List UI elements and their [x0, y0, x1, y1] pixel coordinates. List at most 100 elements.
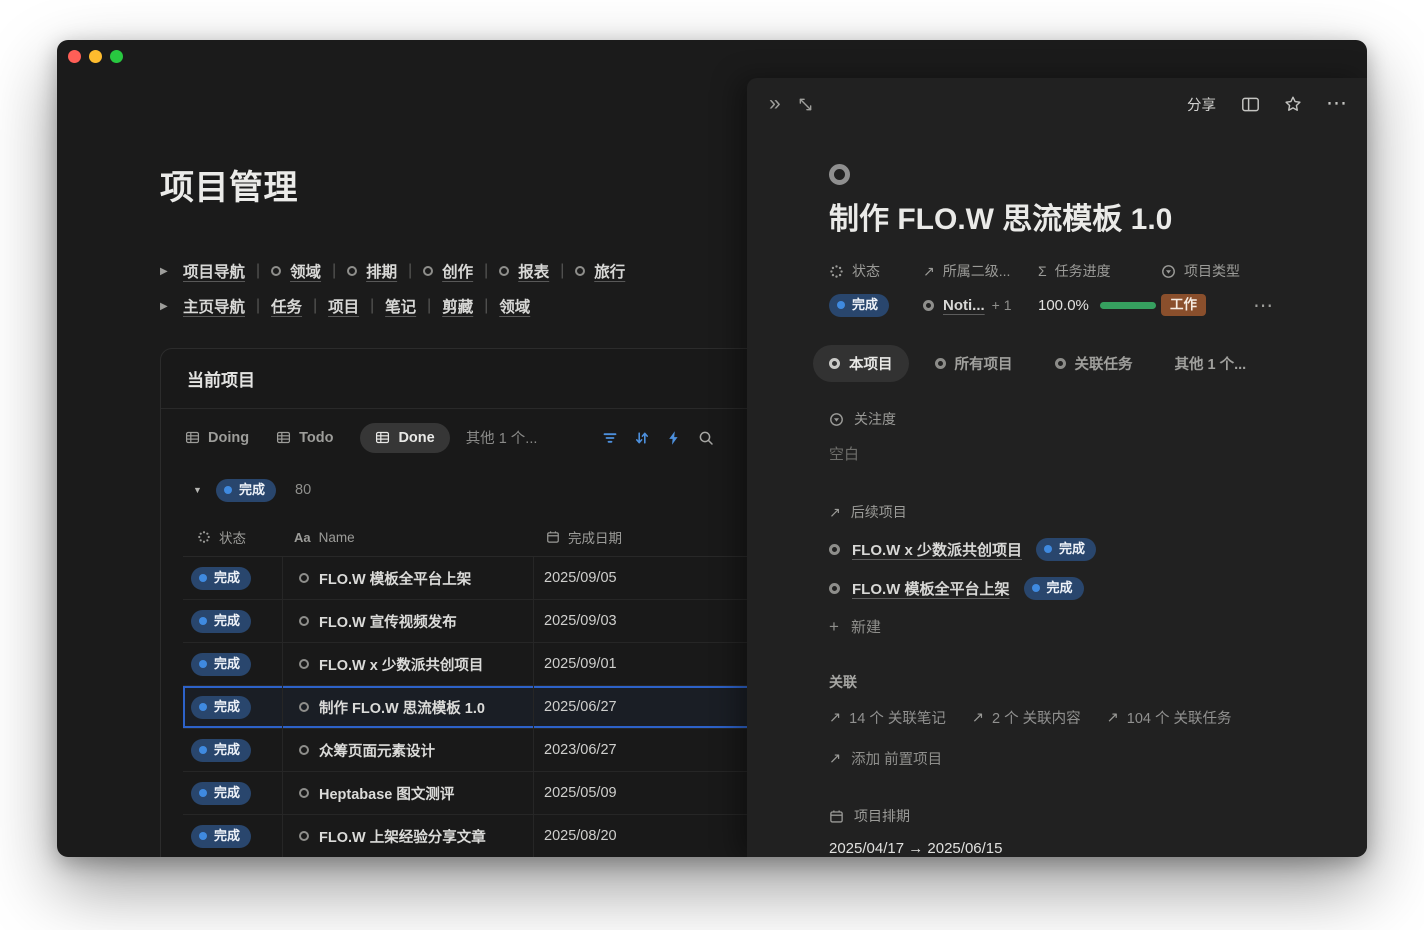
nav-link-domain2[interactable]: 领域 [499, 295, 530, 317]
followup-item[interactable]: FLO.W x 少数派共创项目 完成 [829, 537, 1307, 561]
related-tasks-link[interactable]: ↗104 个 关联任务 [1107, 707, 1232, 728]
status-cell[interactable]: 完成 [183, 686, 282, 728]
followup-page-link[interactable]: FLO.W x 少数派共创项目 [852, 539, 1022, 560]
name-cell[interactable]: FLO.W x 少数派共创项目 [282, 643, 533, 685]
attention-empty-value[interactable]: 空白 [829, 443, 1307, 464]
name-cell[interactable]: FLO.W 上架经验分享文章 [282, 815, 533, 857]
zoom-window-button[interactable] [110, 50, 123, 63]
schedule-date-range[interactable]: 2025/04/17 → 2025/06/15 [829, 840, 1307, 857]
property-value-parent[interactable]: Noti... + 1 [923, 294, 1038, 316]
filter-icon[interactable] [602, 430, 618, 446]
related-notes-link[interactable]: ↗14 个 关联笔记 [829, 707, 946, 728]
status-cell[interactable]: 完成 [183, 557, 282, 599]
sort-icon[interactable] [634, 430, 650, 446]
status-cell[interactable]: 完成 [183, 729, 282, 771]
tab-all-projects[interactable]: 所有项目 [919, 345, 1029, 382]
share-button[interactable]: 分享 [1187, 94, 1216, 115]
schedule-label[interactable]: 项目排期 [829, 806, 1307, 826]
property-label-type[interactable]: 项目类型 [1161, 261, 1273, 281]
followup-label[interactable]: ↗ 后续项目 [829, 502, 1307, 522]
project-name[interactable]: FLO.W 上架经验分享文章 [319, 826, 486, 847]
name-cell[interactable]: Heptabase 图文测评 [282, 772, 533, 814]
tab-more[interactable]: 其他 1 个... [1159, 345, 1263, 382]
tab-this-project[interactable]: 本项目 [813, 345, 909, 382]
name-cell[interactable]: 制作 FLO.W 思流模板 1.0 [282, 686, 533, 728]
table-row[interactable]: 完成 FLO.W 上架经验分享文章 2025/08/20 [183, 815, 804, 857]
page-ring-icon [299, 573, 309, 583]
table-row[interactable]: 完成 众筹页面元素设计 2023/06/27 [183, 729, 804, 772]
table-row[interactable]: 完成 FLO.W x 少数派共创项目 2025/09/01 [183, 643, 804, 686]
page-title[interactable]: 项目管理 [160, 168, 760, 208]
property-value-type[interactable]: 工作 ⋯ [1161, 294, 1273, 316]
badge-dot [199, 660, 207, 668]
attention-label[interactable]: 关注度 [829, 409, 1307, 429]
view-tab-todo[interactable]: Todo [276, 430, 333, 446]
more-options-icon[interactable]: ⋯ [1326, 97, 1347, 111]
name-cell[interactable]: FLO.W 模板全平台上架 [282, 557, 533, 599]
property-label-progress[interactable]: Σ 任务进度 [1038, 261, 1161, 281]
expand-page-icon[interactable] [798, 97, 813, 112]
toggle-right-icon[interactable]: ▶ [160, 301, 170, 312]
more-properties-icon[interactable]: ⋯ [1253, 293, 1273, 318]
nav-link-create[interactable]: 创作 [442, 260, 473, 282]
project-name[interactable]: 制作 FLO.W 思流模板 1.0 [319, 697, 485, 718]
view-tab-doing[interactable]: Doing [185, 430, 249, 446]
status-cell[interactable]: 完成 [183, 815, 282, 857]
nav-link-domain[interactable]: 领域 [290, 260, 321, 282]
nav-link-travel[interactable]: 旅行 [594, 260, 625, 282]
nav-link-schedule[interactable]: 排期 [366, 260, 397, 282]
collapse-group-icon[interactable]: ▼ [193, 485, 203, 495]
status-cell[interactable]: 完成 [183, 772, 282, 814]
nav-link-notes[interactable]: 笔记 [385, 295, 416, 317]
table-row-selected[interactable]: 完成 制作 FLO.W 思流模板 1.0 2025/06/27 [183, 686, 804, 729]
table-row[interactable]: 完成 FLO.W 模板全平台上架 2025/09/05 [183, 557, 804, 600]
toggle-right-icon[interactable]: ▶ [160, 266, 170, 277]
property-value-status[interactable]: 完成 [829, 294, 923, 316]
side-peek-mode-icon[interactable] [1241, 96, 1260, 113]
status-cell[interactable]: 完成 [183, 600, 282, 642]
name-cell[interactable]: 众筹页面元素设计 [282, 729, 533, 771]
column-header-status[interactable]: 状态 [183, 518, 282, 556]
close-window-button[interactable] [68, 50, 81, 63]
project-name[interactable]: 众筹页面元素设计 [319, 740, 435, 761]
nav-link-tasks[interactable]: 任务 [271, 295, 302, 317]
group-status-badge[interactable]: 完成 [216, 479, 276, 502]
followup-item[interactable]: FLO.W 模板全平台上架 完成 [829, 576, 1307, 600]
project-name[interactable]: FLO.W 模板全平台上架 [319, 568, 471, 589]
related-content-link[interactable]: ↗2 个 关联内容 [972, 707, 1081, 728]
name-cell[interactable]: FLO.W 宣传视频发布 [282, 600, 533, 642]
close-peek-icon[interactable]: » [769, 94, 781, 114]
favorite-star-icon[interactable] [1284, 95, 1302, 113]
page-icon[interactable] [829, 164, 850, 185]
add-predecessor-button[interactable]: ↗ 添加 前置项目 [829, 748, 1307, 769]
property-value-progress[interactable]: 100.0% [1038, 294, 1161, 316]
column-header-name[interactable]: Aa Name [282, 518, 533, 556]
new-followup-button[interactable]: + 新建 [829, 616, 1307, 637]
tab-related-tasks[interactable]: 关联任务 [1039, 345, 1149, 382]
nav-link-clips[interactable]: 剪藏 [442, 295, 473, 317]
table-row[interactable]: 完成 FLO.W 宣传视频发布 2025/09/03 [183, 600, 804, 643]
automation-bolt-icon[interactable] [666, 430, 682, 446]
project-title[interactable]: 制作 FLO.W 思流模板 1.0 [829, 202, 1307, 238]
status-cell[interactable]: 完成 [183, 643, 282, 685]
project-name[interactable]: FLO.W x 少数派共创项目 [319, 654, 483, 675]
nav-link-home-nav[interactable]: 主页导航 [183, 295, 245, 317]
followup-page-link[interactable]: FLO.W 模板全平台上架 [852, 578, 1010, 599]
page-ring-icon [299, 788, 309, 798]
table-row[interactable]: 完成 Heptabase 图文测评 2025/05/09 [183, 772, 804, 815]
project-name[interactable]: Heptabase 图文测评 [319, 783, 454, 804]
minimize-window-button[interactable] [89, 50, 102, 63]
property-label-status[interactable]: 状态 [829, 261, 923, 281]
relation-arrow-icon: ↗ [1107, 710, 1119, 726]
nav-link-projects[interactable]: 项目 [328, 295, 359, 317]
parent-page-link[interactable]: Noti... [943, 297, 985, 314]
property-label-parent[interactable]: ↗ 所属二级... [923, 261, 1038, 281]
nav-link-project-nav[interactable]: 项目导航 [183, 260, 245, 282]
badge-dot [199, 617, 207, 625]
search-icon[interactable] [698, 430, 714, 446]
badge-dot [199, 574, 207, 582]
project-name[interactable]: FLO.W 宣传视频发布 [319, 611, 457, 632]
more-views-button[interactable]: 其他 1 个... [466, 427, 538, 448]
view-tab-done[interactable]: Done [360, 423, 449, 453]
nav-link-report[interactable]: 报表 [518, 260, 549, 282]
